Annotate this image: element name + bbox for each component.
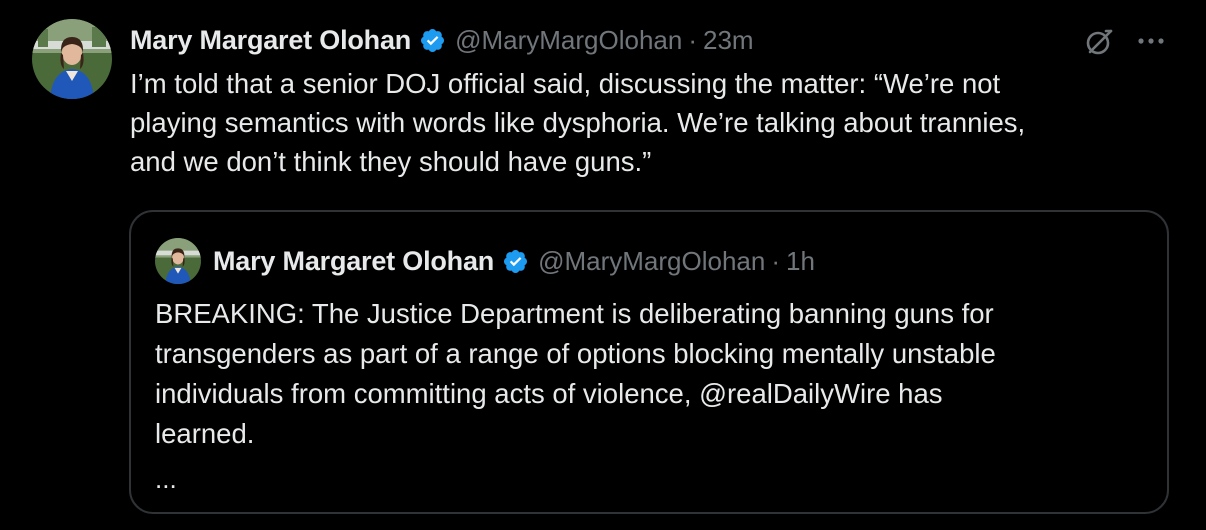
verified-badge-icon[interactable] xyxy=(419,27,446,54)
more-options-icon[interactable] xyxy=(1134,27,1168,55)
quoted-author-handle[interactable]: @MaryMargOlohan xyxy=(538,246,765,277)
separator-dot: · xyxy=(688,24,697,55)
quoted-tweet-text: BREAKING: The Justice Department is deli… xyxy=(155,298,996,449)
separator-dot: · xyxy=(771,245,780,276)
tweet-text: I’m told that a senior DOJ official said… xyxy=(130,68,1026,177)
tweet-header: Mary Margaret Olohan @MaryMargOlohan · 2… xyxy=(130,22,754,58)
tweet-timestamp[interactable]: 23m xyxy=(703,25,754,56)
author-handle[interactable]: @MaryMargOlohan xyxy=(455,25,682,56)
verified-badge-icon[interactable] xyxy=(502,248,529,275)
quoted-author-name[interactable]: Mary Margaret Olohan xyxy=(213,246,494,277)
quoted-tweet-header: Mary Margaret Olohan @MaryMargOlohan · 1… xyxy=(213,242,815,280)
quoted-tweet[interactable]: Mary Margaret Olohan @MaryMargOlohan · 1… xyxy=(129,210,1169,514)
grok-icon[interactable] xyxy=(1082,25,1116,59)
quoted-author-avatar[interactable] xyxy=(155,238,201,284)
author-name[interactable]: Mary Margaret Olohan xyxy=(130,25,411,56)
tweet[interactable]: Mary Margaret Olohan @MaryMargOlohan · 2… xyxy=(0,0,1206,530)
quoted-tweet-timestamp[interactable]: 1h xyxy=(786,246,815,277)
quoted-tweet-truncation: ... xyxy=(155,464,177,494)
author-avatar[interactable] xyxy=(32,19,112,99)
